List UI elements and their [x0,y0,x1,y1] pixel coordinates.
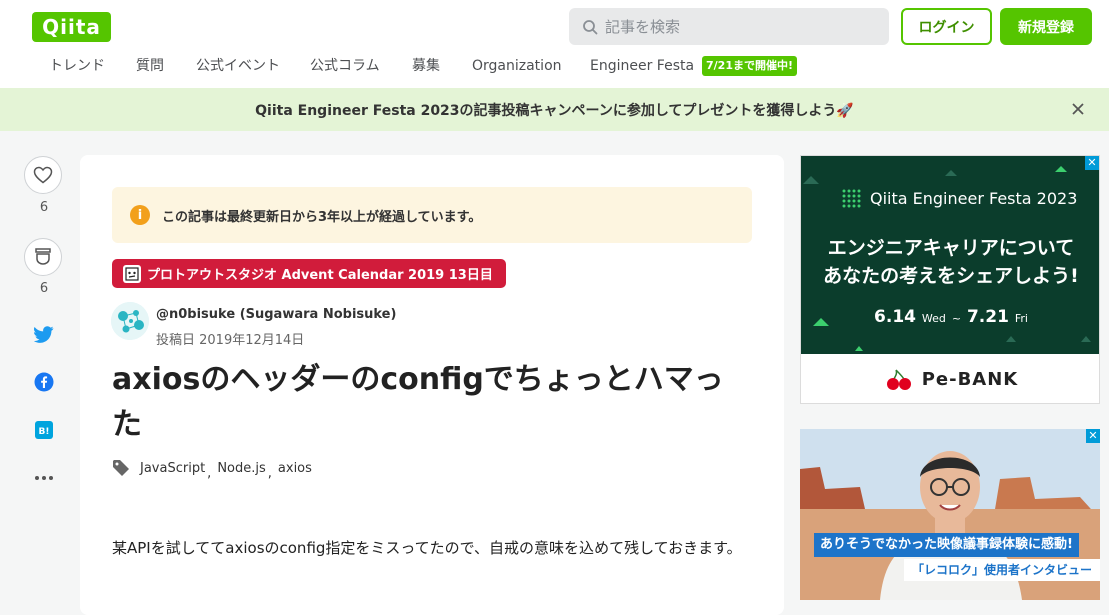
signup-button[interactable]: 新規登録 [1000,8,1092,45]
tag-javascript[interactable]: JavaScript [140,461,205,476]
banner-text: Qiita Engineer Festa 2023の記事投稿キャンペーンに参加し… [255,102,854,119]
advent-calendar-link[interactable]: プロトアウトスタジオ Advent Calendar 2019 13日目 [112,259,506,288]
tag-axios[interactable]: axios [278,461,312,476]
svg-text:B!: B! [39,427,50,437]
facebook-icon [34,372,54,392]
info-icon: i [130,205,150,225]
site-header: Qiita 記事を検索 ログイン 新規登録 トレンド 質問 公式イベント 公式コ… [0,0,1109,88]
article-body: 某APIを試しててaxiosのconfig指定をミスってたので、自戒の意味を込め… [112,539,742,557]
close-icon[interactable] [1069,100,1087,118]
ad-headline-2: あなたの考えをシェアしよう! [823,265,1079,287]
twitter-share-button[interactable] [33,323,55,345]
tag-icon [113,460,129,476]
login-button[interactable]: ログイン [901,8,992,45]
ad-date-start-day: Wed [921,312,946,325]
ad-date-start: 6.14 [874,307,916,327]
facebook-share-button[interactable] [33,371,55,393]
search-icon [583,19,598,34]
festa-badge: 7/21まで開催中! [702,56,797,76]
festa-logo-icon [842,189,861,208]
qiita-logo[interactable]: Qiita [32,12,111,42]
nav-official-columns[interactable]: 公式コラム [310,56,380,76]
ad-headline-1: エンジニアキャリアについて [827,237,1075,259]
advent-calendar-label: プロトアウトスタジオ Advent Calendar 2019 13日目 [147,268,493,283]
nav-organization[interactable]: Organization [472,56,562,76]
post-date: 投稿日 2019年12月14日 [156,333,305,348]
notice-text: この記事は最終更新日から3年以上が経過しています。 [162,209,482,225]
tag-separator: , [267,465,272,481]
ad-caption-1: ありそうでなかった映像議事録体験に感動! [814,533,1079,557]
nav-recruit[interactable]: 募集 [412,56,440,76]
search-input[interactable]: 記事を検索 [569,8,889,45]
ad-close-icon[interactable]: ✕ [1086,429,1100,443]
nav-trend[interactable]: トレンド [49,56,105,76]
more-options-button[interactable] [33,467,55,489]
stock-count: 6 [39,281,49,296]
nav-questions[interactable]: 質問 [136,56,164,76]
ad-event-name: Qiita Engineer Festa 2023 [870,189,1078,208]
ad-close-icon[interactable]: ✕ [1085,156,1099,170]
nav-official-events[interactable]: 公式イベント [196,56,280,76]
ad-date-separator: ~ [951,312,962,325]
ad-date-end: 7.21 [966,307,1009,327]
heart-icon [33,166,53,184]
more-icon [35,476,53,480]
tag-list: JavaScript , Node.js , axios [112,459,312,481]
nav-engineer-festa[interactable]: Engineer Festa [590,56,694,76]
ad-visual: Qiita Engineer Festa 2023 エンジニアキャリアについて … [801,156,1099,354]
campaign-banner[interactable]: Qiita Engineer Festa 2023の記事投稿キャンペーンに参加し… [0,88,1109,131]
ad-date-range: 6.14 Wed ~ 7.21 Fri [801,307,1099,327]
stock-icon [35,248,51,265]
rekoroku-ad[interactable]: ありそうでなかった映像議事録体験に感動! 「レコロク」使用者インタビュー ✕ [800,429,1100,600]
sponsor-name: Pe-BANK [921,369,1019,390]
article-title: axiosのヘッダーのconfigでちょっとハマった [112,362,724,442]
hatena-bookmark-icon: B! [35,421,53,439]
calendar-icon [123,264,141,283]
stock-button[interactable] [24,238,62,276]
engineer-festa-ad[interactable]: Qiita Engineer Festa 2023 エンジニアキャリアについて … [800,155,1100,404]
search-placeholder: 記事を検索 [605,18,681,36]
tag-nodejs[interactable]: Node.js [217,461,265,476]
twitter-icon [34,325,54,343]
ad-date-end-day: Fri [1014,312,1028,325]
ad-caption-2: 「レコロク」使用者インタビュー [904,559,1100,581]
cherry-icon [886,368,911,390]
outdated-notice: i この記事は最終更新日から3年以上が経過しています。 [112,187,752,243]
tag-separator: , [207,465,212,481]
like-button[interactable] [24,156,62,194]
author-name[interactable]: @n0bisuke (Sugawara Nobisuke) [156,307,396,322]
article-card: i この記事は最終更新日から3年以上が経過しています。 プロトアウトスタジオ A… [80,155,784,615]
hatena-bookmark-button[interactable]: B! [33,419,55,441]
ad-sponsor-bar: Pe-BANK [801,354,1099,403]
like-count: 6 [39,200,49,215]
author-avatar[interactable] [111,302,149,340]
